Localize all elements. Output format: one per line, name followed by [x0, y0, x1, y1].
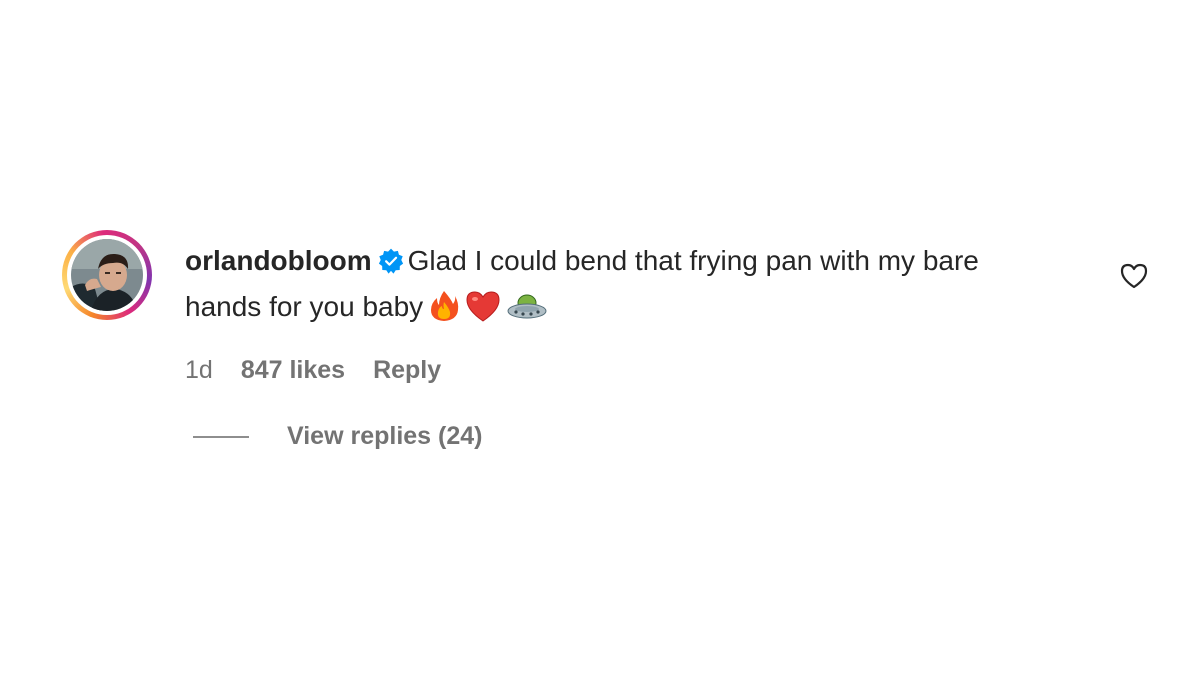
red-heart-emoji: [465, 290, 501, 334]
reply-button[interactable]: Reply: [373, 356, 441, 385]
likes-count[interactable]: 847 likes: [241, 356, 345, 385]
avatar-image: [71, 239, 143, 311]
view-replies-button[interactable]: View replies (24): [193, 422, 482, 451]
view-replies-label: View replies (24): [287, 422, 483, 450]
verified-badge-icon: [378, 244, 404, 286]
comment-body: orlandobloom Glad I could bend that fryin…: [185, 240, 1055, 385]
fire-emoji: [429, 290, 459, 334]
avatar[interactable]: [71, 239, 143, 311]
comment-time: 1d: [185, 356, 213, 384]
story-ring[interactable]: [62, 230, 152, 320]
username-link[interactable]: orlandobloom: [185, 245, 372, 276]
comment-text-block: orlandobloom Glad I could bend that fryin…: [185, 240, 1055, 334]
replies-divider-line: [193, 435, 249, 438]
avatar-border: [67, 235, 147, 315]
comment-meta: 1d 847 likes Reply: [185, 356, 1055, 385]
flying-saucer-emoji: [507, 292, 547, 334]
heart-outline-icon[interactable]: [1118, 260, 1150, 292]
